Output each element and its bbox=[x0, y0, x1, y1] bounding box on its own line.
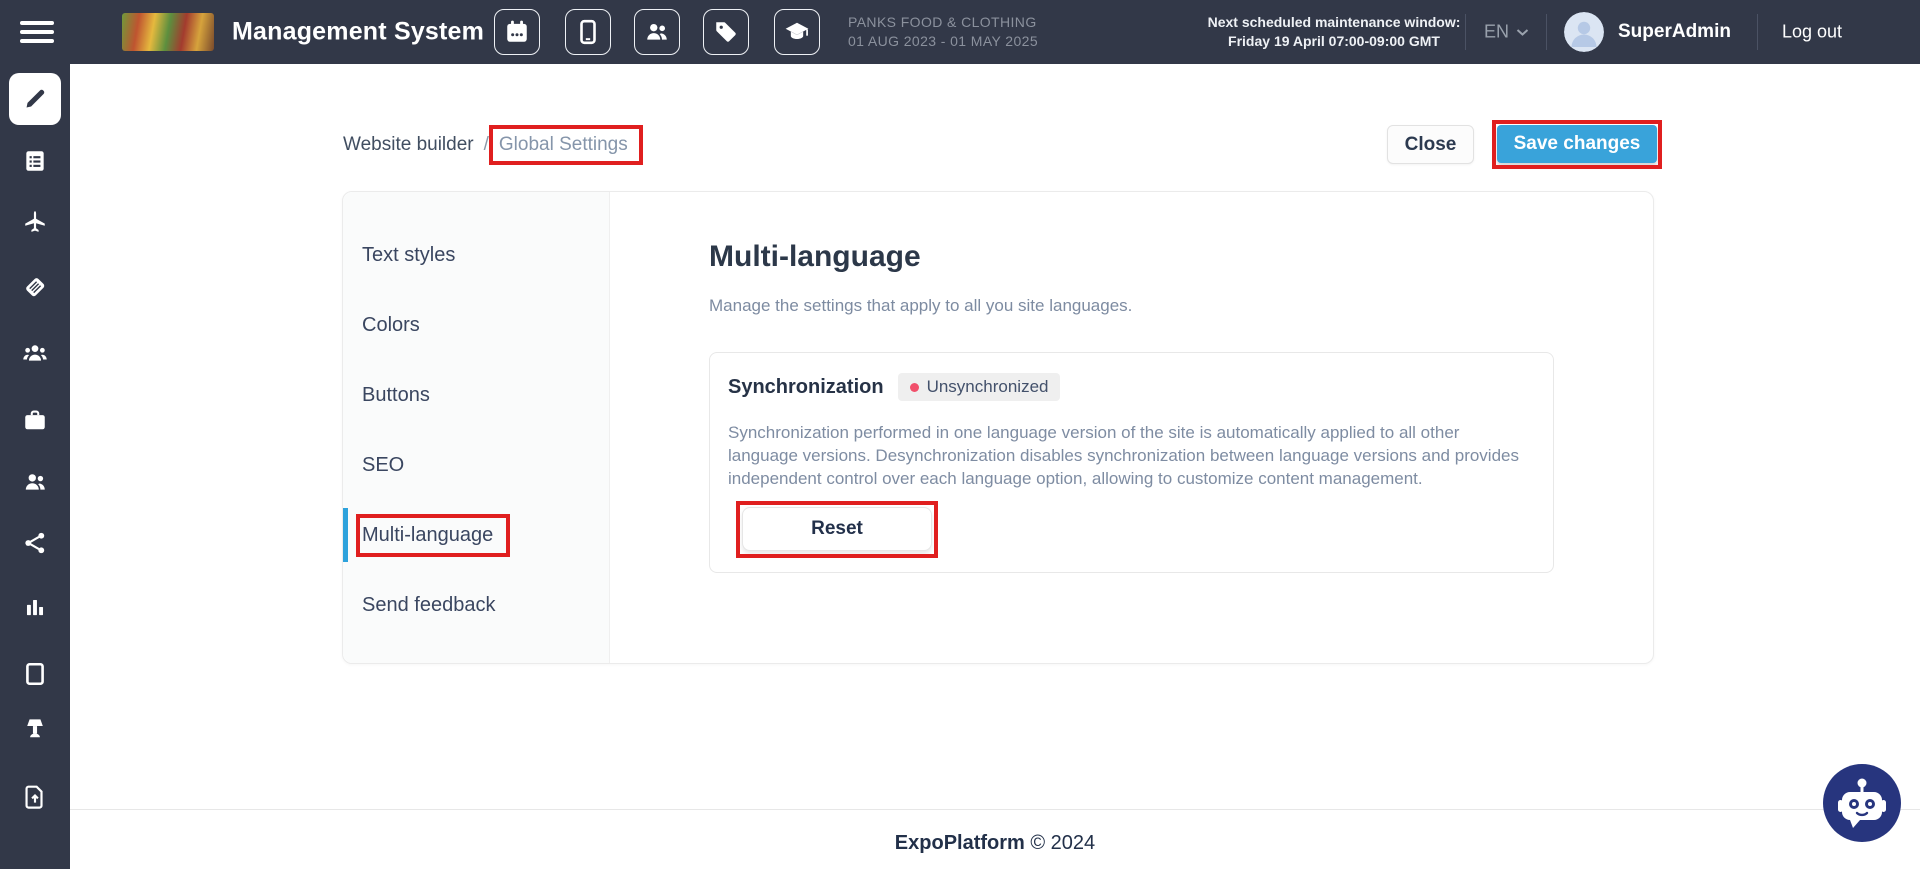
share-icon bbox=[22, 530, 48, 556]
settings-menu-item-buttons[interactable]: Buttons bbox=[343, 360, 609, 430]
company-logo bbox=[122, 13, 214, 51]
avatar-icon bbox=[1564, 12, 1604, 52]
settings-menu-item-send-feedback[interactable]: Send feedback bbox=[343, 570, 609, 640]
bar-chart-icon bbox=[22, 594, 48, 620]
settings-menu-item-seo[interactable]: SEO bbox=[343, 430, 609, 500]
sidebar-item-analytics[interactable] bbox=[0, 594, 70, 620]
chatbot-icon bbox=[1823, 764, 1901, 842]
page-subtitle: Manage the settings that apply to all yo… bbox=[709, 296, 1132, 316]
settings-menu-item-multi-language[interactable]: Multi-language bbox=[343, 500, 609, 570]
synchronization-description: Synchronization performed in one languag… bbox=[728, 421, 1535, 490]
sidebar-item-mobile-app[interactable] bbox=[0, 661, 70, 687]
sidebar-item-exhibitors[interactable] bbox=[0, 407, 70, 433]
plane-icon bbox=[22, 209, 48, 235]
sidebar-item-stands[interactable] bbox=[0, 715, 70, 741]
sidebar-item-website-builder[interactable] bbox=[9, 73, 61, 125]
group-icon bbox=[22, 340, 48, 366]
people-icon bbox=[22, 469, 48, 495]
footer-divider bbox=[70, 809, 1920, 810]
education-button[interactable] bbox=[774, 9, 820, 55]
status-dot-icon bbox=[910, 383, 919, 392]
avatar[interactable] bbox=[1564, 12, 1604, 52]
header-divider bbox=[1465, 14, 1466, 50]
tag-icon bbox=[713, 19, 739, 45]
calendar-button[interactable] bbox=[494, 9, 540, 55]
tablet-icon bbox=[22, 661, 48, 687]
event-dates: 01 AUG 2023 - 01 MAY 2025 bbox=[848, 32, 1038, 51]
event-info: PANKS FOOD & CLOTHING 01 AUG 2023 - 01 M… bbox=[848, 13, 1038, 51]
status-badge: Unsynchronized bbox=[898, 373, 1061, 401]
hamburger-menu-icon[interactable] bbox=[20, 21, 54, 43]
sidebar-item-travel[interactable] bbox=[0, 209, 70, 235]
sidebar-item-meetings[interactable] bbox=[0, 274, 70, 300]
handshake-icon bbox=[22, 274, 48, 300]
sidebar-item-uploads[interactable] bbox=[0, 784, 70, 810]
user-name[interactable]: SuperAdmin bbox=[1618, 21, 1731, 43]
synchronization-section: Synchronization Unsynchronized Synchroni… bbox=[709, 352, 1554, 573]
calendar-icon bbox=[504, 19, 530, 45]
mobile-app-button[interactable] bbox=[565, 9, 611, 55]
footer: ExpoPlatform © 2024 bbox=[70, 832, 1920, 855]
status-label: Unsynchronized bbox=[927, 377, 1049, 397]
footer-brand: ExpoPlatform bbox=[895, 832, 1025, 854]
briefcase-icon bbox=[22, 407, 48, 433]
settings-menu-panel: Text styles Colors Buttons SEO Multi-lan… bbox=[343, 192, 610, 663]
main-content: Website builder / Global Settings Close … bbox=[70, 64, 1920, 869]
education-icon bbox=[784, 19, 810, 45]
pencil-icon bbox=[22, 86, 48, 112]
mobile-icon bbox=[575, 19, 601, 45]
chatbot-button[interactable] bbox=[1823, 764, 1901, 842]
stand-icon bbox=[22, 715, 48, 741]
maintenance-notice: Next scheduled maintenance window: Frida… bbox=[1208, 13, 1461, 51]
breadcrumb-separator: / bbox=[484, 134, 489, 156]
settings-menu-item-text-styles[interactable]: Text styles bbox=[343, 220, 609, 290]
breadcrumb: Website builder / Global Settings bbox=[343, 134, 628, 156]
attendees-button[interactable] bbox=[634, 9, 680, 55]
chevron-down-icon bbox=[1516, 28, 1529, 36]
language-label: EN bbox=[1484, 22, 1509, 43]
close-button[interactable]: Close bbox=[1387, 125, 1474, 164]
synchronization-title: Synchronization bbox=[728, 376, 884, 399]
tags-button[interactable] bbox=[703, 9, 749, 55]
left-sidebar bbox=[0, 64, 70, 869]
sidebar-item-forms[interactable] bbox=[0, 148, 70, 174]
breadcrumb-website-builder[interactable]: Website builder bbox=[343, 134, 474, 156]
app-title: Management System bbox=[232, 18, 484, 47]
sidebar-item-networking[interactable] bbox=[0, 530, 70, 556]
global-settings-card: Text styles Colors Buttons SEO Multi-lan… bbox=[342, 191, 1654, 664]
settings-menu-item-colors[interactable]: Colors bbox=[343, 290, 609, 360]
top-header: Management System bbox=[0, 0, 1920, 64]
attendees-icon bbox=[644, 19, 670, 45]
file-upload-icon bbox=[22, 784, 48, 810]
sidebar-item-community[interactable] bbox=[0, 340, 70, 366]
page-title: Multi-language bbox=[709, 240, 921, 274]
header-divider bbox=[1546, 14, 1547, 50]
breadcrumb-global-settings: Global Settings bbox=[499, 134, 628, 155]
save-changes-button[interactable]: Save changes bbox=[1497, 125, 1657, 163]
logout-button[interactable]: Log out bbox=[1782, 22, 1842, 43]
footer-copyright: © 2024 bbox=[1030, 832, 1095, 854]
event-name: PANKS FOOD & CLOTHING bbox=[848, 13, 1038, 32]
form-icon bbox=[22, 148, 48, 174]
language-selector[interactable]: EN bbox=[1484, 22, 1529, 43]
sidebar-item-visitors[interactable] bbox=[0, 469, 70, 495]
reset-button[interactable]: Reset bbox=[742, 507, 932, 551]
header-divider bbox=[1757, 14, 1758, 50]
